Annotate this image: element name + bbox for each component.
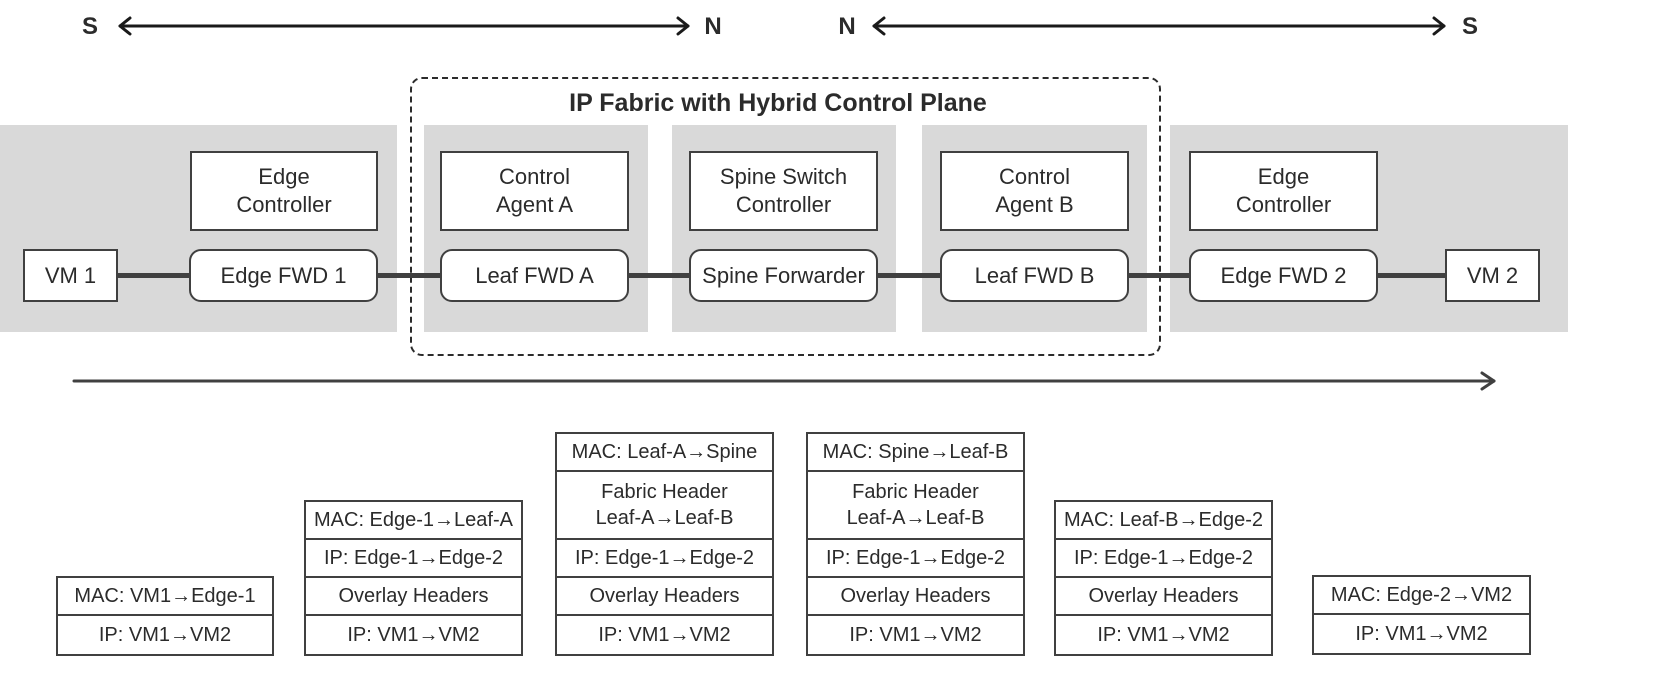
spine-switch-controller[interactable]: Spine Switch Controller bbox=[689, 151, 878, 231]
south-label-left: S bbox=[81, 13, 99, 40]
vm-2[interactable]: VM 2 bbox=[1445, 249, 1540, 302]
link-spine-leafb bbox=[876, 273, 942, 278]
packet-stack-leafa-spine: MAC: Leaf-A→Spine Fabric Header Leaf-A→L… bbox=[555, 432, 774, 656]
header-mac: MAC: Spine→Leaf-B bbox=[808, 434, 1023, 472]
link-edge2-vm2 bbox=[1377, 273, 1446, 278]
header-outer-ip: IP: Edge-1→Edge-2 bbox=[306, 540, 521, 578]
edge-controller-1[interactable]: Edge Controller bbox=[190, 151, 378, 231]
edge-controller-2[interactable]: Edge Controller bbox=[1189, 151, 1378, 231]
header-mac: MAC: Leaf-A→Spine bbox=[557, 434, 772, 472]
header-inner-ip: IP: VM1→VM2 bbox=[1097, 624, 1230, 646]
leaf-fwd-b[interactable]: Leaf FWD B bbox=[940, 249, 1129, 302]
packet-stack-edge2-vm2: MAC: Edge-2→VM2 IP: VM1→VM2 bbox=[1312, 575, 1531, 655]
packet-stack-spine-leafb: MAC: Spine→Leaf-B Fabric Header Leaf-A→L… bbox=[806, 432, 1025, 656]
leaf-fwd-a[interactable]: Leaf FWD A bbox=[440, 249, 629, 302]
header-mac: MAC: Edge-2→VM2 bbox=[1314, 577, 1529, 615]
header-outer-ip: IP: Edge-1→Edge-2 bbox=[1056, 540, 1271, 578]
link-leafb-edge2 bbox=[1128, 273, 1191, 278]
control-agent-b[interactable]: Control Agent B bbox=[940, 151, 1129, 231]
header-outer-ip: IP: Edge-1→Edge-2 bbox=[808, 540, 1023, 578]
north-label-right: N bbox=[838, 13, 856, 40]
packet-stack-edge1-leafa: MAC: Edge-1→Leaf-A IP: Edge-1→Edge-2 Ove… bbox=[304, 500, 523, 656]
packet-flow-arrow bbox=[72, 371, 1496, 391]
left-direction-arrow bbox=[118, 16, 690, 36]
fabric-title: IP Fabric with Hybrid Control Plane bbox=[569, 89, 987, 117]
header-overlay: Overlay Headers bbox=[306, 578, 521, 616]
spine-forwarder[interactable]: Spine Forwarder bbox=[689, 249, 878, 302]
north-label-left: N bbox=[704, 13, 722, 40]
header-overlay: Overlay Headers bbox=[557, 578, 772, 616]
packet-stack-leafb-edge2: MAC: Leaf-B→Edge-2 IP: Edge-1→Edge-2 Ove… bbox=[1054, 500, 1273, 656]
link-vm1-edge1 bbox=[117, 273, 192, 278]
header-inner-ip: IP: VM1→VM2 bbox=[98, 624, 232, 646]
header-mac: MAC: VM1→Edge-1 bbox=[58, 578, 272, 616]
packet-stack-vm1-edge1: MAC: VM1→Edge-1 IP: VM1→VM2 bbox=[56, 576, 274, 656]
header-overlay: Overlay Headers bbox=[808, 578, 1023, 616]
edge-fwd-2[interactable]: Edge FWD 2 bbox=[1189, 249, 1378, 302]
header-inner-ip: IP: VM1→VM2 bbox=[598, 624, 731, 646]
header-inner-ip: IP: VM1→VM2 bbox=[849, 624, 982, 646]
link-leafa-spine bbox=[628, 273, 691, 278]
control-agent-a[interactable]: Control Agent A bbox=[440, 151, 629, 231]
link-edge1-leafa bbox=[377, 273, 443, 278]
header-outer-ip: IP: Edge-1→Edge-2 bbox=[557, 540, 772, 578]
header-mac: MAC: Edge-1→Leaf-A bbox=[306, 502, 521, 540]
header-overlay: Overlay Headers bbox=[1056, 578, 1271, 616]
vm-1[interactable]: VM 1 bbox=[23, 249, 118, 302]
header-inner-ip: IP: VM1→VM2 bbox=[347, 624, 480, 646]
right-direction-arrow bbox=[872, 16, 1446, 36]
header-inner-ip: IP: VM1→VM2 bbox=[1355, 623, 1488, 645]
header-fabric: Fabric Header Leaf-A→Leaf-B bbox=[557, 472, 772, 540]
edge-fwd-1[interactable]: Edge FWD 1 bbox=[189, 249, 378, 302]
header-fabric: Fabric Header Leaf-A→Leaf-B bbox=[808, 472, 1023, 540]
south-label-right: S bbox=[1461, 13, 1479, 40]
header-mac: MAC: Leaf-B→Edge-2 bbox=[1056, 502, 1271, 540]
